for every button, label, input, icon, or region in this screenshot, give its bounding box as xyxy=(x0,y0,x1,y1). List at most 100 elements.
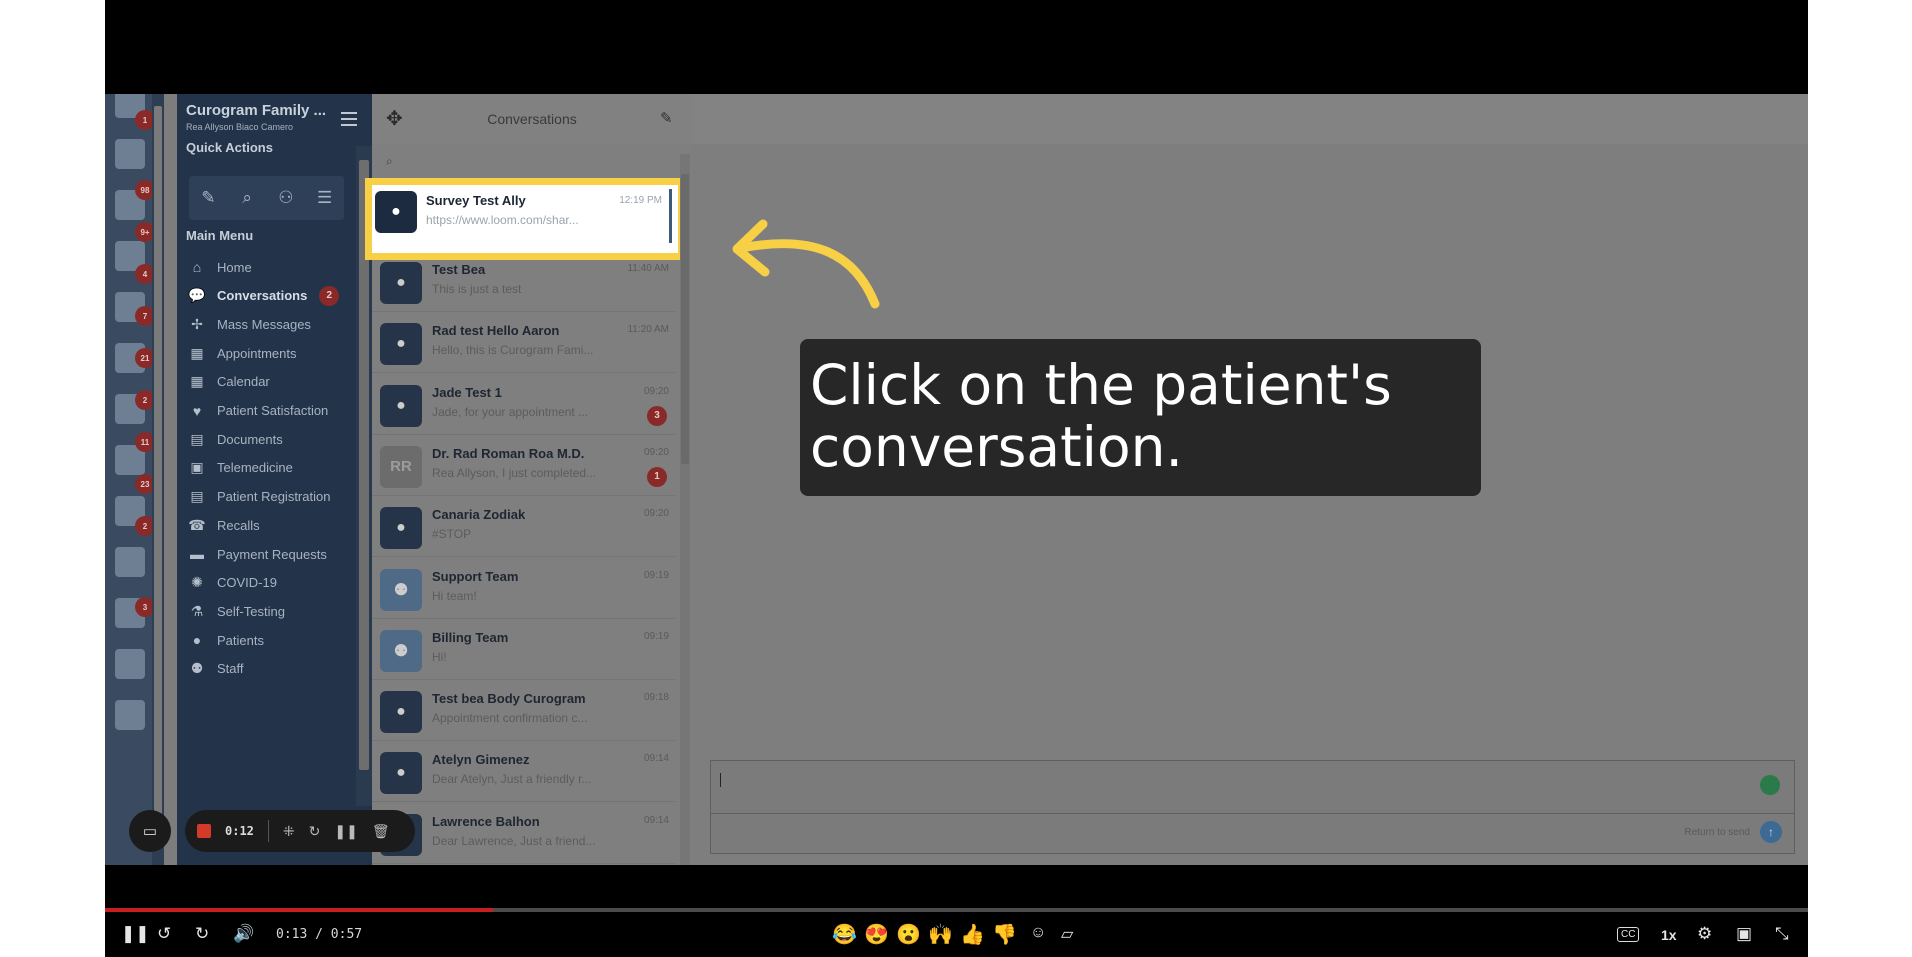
conversation-item[interactable]: ⚉ Support Team Hi team! 09:19 xyxy=(372,557,675,619)
send-button[interactable]: ↑ xyxy=(1760,821,1782,843)
pause-icon[interactable]: ❚❚ xyxy=(334,823,357,840)
conversation-header xyxy=(692,94,1808,144)
practice-name[interactable]: Curogram Family ... xyxy=(186,102,326,119)
reaction-emoji[interactable]: 😂 xyxy=(832,922,857,947)
sidebar-item-recalls[interactable]: ☎ Recalls xyxy=(187,514,259,536)
sidebar-item-documents[interactable]: ▤ Documents xyxy=(187,428,283,450)
conversation-time: 09:14 xyxy=(643,814,669,826)
react-add-icon[interactable]: ☺ xyxy=(1030,924,1046,942)
restart-icon[interactable]: ↻ xyxy=(309,823,321,840)
captions-button[interactable]: CC xyxy=(1617,927,1640,942)
conversations-title: Conversations xyxy=(487,111,577,127)
search-icon[interactable]: ⌕ xyxy=(235,186,259,210)
practice-app-icon[interactable] xyxy=(115,700,145,730)
sidebar-item-conversations[interactable]: 💬 Conversations 2 xyxy=(187,285,340,307)
card-icon: ▬ xyxy=(190,546,204,562)
playback-progress-bar[interactable] xyxy=(105,908,1808,912)
camera-toggle-button[interactable]: ▭ xyxy=(129,810,171,852)
sidebar-item-label: Staff xyxy=(217,661,244,677)
pause-icon[interactable]: ❚❚ xyxy=(121,924,150,944)
rewind-icon[interactable]: ↺ xyxy=(157,924,171,944)
avatar-initials: RR xyxy=(380,445,422,488)
sidebar-item-staff[interactable]: ⚉ Staff xyxy=(187,658,244,680)
chat-icon: 💬 xyxy=(188,287,206,304)
flask-icon: ⚗ xyxy=(190,602,204,619)
person-avatar-icon: ● xyxy=(380,691,422,734)
emoji-icon[interactable] xyxy=(1760,775,1780,795)
sidebar-item-label: Documents xyxy=(217,431,283,447)
conversation-time: 09:20 xyxy=(643,385,669,397)
conversation-item[interactable]: ⚉ Billing Team Hi! 09:19 xyxy=(372,618,675,680)
app-strip-scrollbar[interactable] xyxy=(152,94,164,865)
send-hint: Return to send xyxy=(1684,827,1750,838)
sidebar-item-appointments[interactable]: ▦ Appointments xyxy=(187,342,296,364)
person-avatar-icon: ● xyxy=(380,384,422,427)
exit-fullscreen-icon[interactable]: ⤡ xyxy=(1775,924,1789,944)
sidebar-item-covid-19[interactable]: ✺ COVID-19 xyxy=(187,572,277,594)
conversation-item[interactable]: ● Survey Test Ally https://www.loom.com/sh… xyxy=(365,178,685,260)
sidebar-item-label: Payment Requests xyxy=(217,546,327,562)
sidebar-item-label: Patients xyxy=(217,632,264,648)
practice-app-icon[interactable] xyxy=(115,649,145,679)
conversation-item[interactable]: ● Canaria Zodiak #STOP 09:20 xyxy=(372,495,675,558)
reaction-emoji[interactable]: 🙌 xyxy=(928,922,953,947)
settings-icon[interactable]: ⚙ xyxy=(1697,924,1712,944)
add-patient-icon[interactable]: ⚇ xyxy=(274,186,298,210)
sidebar-item-payment-requests[interactable]: ▬ Payment Requests xyxy=(187,543,327,565)
conversation-item[interactable]: ● Atelyn Gimenez Dear Atelyn, Just a frien… xyxy=(372,740,675,803)
virus-icon: ✺ xyxy=(191,574,203,591)
stop-recording-button[interactable] xyxy=(197,824,211,838)
sidebar-item-patient-registration[interactable]: ▤ Patient Registration xyxy=(187,486,330,508)
compose-icon[interactable]: ✎ xyxy=(196,186,220,210)
hamburger-menu-icon[interactable] xyxy=(341,112,357,126)
conversation-preview: Appointment confirmation c... xyxy=(432,711,588,726)
sidebar-item-patient-satisfaction[interactable]: ♥ Patient Satisfaction xyxy=(187,400,328,422)
conversation-item[interactable]: ● Rad test Hello Aaron Hello, this is Curo… xyxy=(372,311,675,374)
filters-icon[interactable]: ☰ xyxy=(313,186,337,210)
comment-icon[interactable]: ▱ xyxy=(1061,924,1073,944)
conversation-preview: Dear Lawrence, Just a friend... xyxy=(432,833,596,848)
speed-button[interactable]: 1x xyxy=(1661,927,1677,943)
picture-in-picture-icon[interactable]: ▣ xyxy=(1736,924,1752,944)
search-icon[interactable]: ⌕ xyxy=(386,154,393,169)
conversations-header: ✥ Conversations ✎ xyxy=(372,94,692,144)
conversation-name: Jade Test 1 xyxy=(432,384,502,400)
new-conversation-icon[interactable]: ✎ xyxy=(660,109,673,127)
conversation-item[interactable]: ● Test bea Body Curogram Appointment confi… xyxy=(372,679,675,742)
conversation-item[interactable]: ●Lawrence BalhonDear Lawrence, Just a fr… xyxy=(372,802,675,864)
pointer-arrow-icon xyxy=(732,219,880,309)
delete-icon[interactable]: 🗑 xyxy=(372,823,390,840)
reaction-emoji[interactable]: 👎 xyxy=(992,922,1017,947)
practice-app-icon[interactable] xyxy=(115,139,145,169)
conversation-item[interactable]: RR Dr. Rad Roman Roa M.D. Rea Allyson, I j… xyxy=(372,434,675,496)
sidebar-item-calendar[interactable]: ▦ Calendar xyxy=(187,371,269,393)
forward-icon[interactable]: ↻ xyxy=(195,924,209,944)
conversation-time: 09:14 xyxy=(643,753,669,765)
group-avatar-icon: ⚉ xyxy=(380,629,422,672)
reaction-emoji[interactable]: 😍 xyxy=(864,922,889,947)
conversation-item[interactable]: ● Test Bea This is just a test 11:40 AM xyxy=(372,250,675,312)
person-icon: ● xyxy=(192,632,202,649)
reaction-emoji[interactable]: 👍 xyxy=(960,922,985,947)
calendar-icon: ▦ xyxy=(190,373,204,390)
conversation-list-scrollbar[interactable] xyxy=(680,154,690,865)
grid-icon[interactable]: ⁜ xyxy=(283,823,295,840)
practice-app-icon[interactable] xyxy=(115,547,145,577)
sidebar-item-telemedicine[interactable]: ▣ Telemedicine xyxy=(187,457,293,479)
video-frame[interactable]: 1 98 9+ 4 7 21 2 11 23 2 3 Curogram Family ... Rea… xyxy=(105,94,1808,865)
appointments-icon: ▦ xyxy=(190,344,204,361)
volume-icon[interactable]: 🔊 xyxy=(233,924,254,944)
sidebar-item-patients[interactable]: ● Patients xyxy=(187,629,264,651)
conversation-name: Test Bea xyxy=(432,262,486,277)
sidebar-item-label: Patient Registration xyxy=(217,489,331,505)
message-composer[interactable]: Return to send ↑ xyxy=(710,760,1795,854)
conversation-item[interactable]: ● Jade Test 1 Jade, for your appointment .… xyxy=(372,373,675,435)
sidebar-item-self-testing[interactable]: ⚗ Self-Testing xyxy=(187,600,285,622)
reaction-emoji[interactable]: 😮 xyxy=(896,922,921,947)
sidebar-item-mass-messages[interactable]: ✢ Mass Messages xyxy=(187,313,311,335)
registration-icon: ▤ xyxy=(190,488,204,505)
recording-toolbar: 0:12 ⁜ ↻ ❚❚ 🗑 xyxy=(185,810,415,852)
sidebar-item-home[interactable]: ⌂ Home xyxy=(187,256,252,278)
conversations-panel: ✥ Conversations ✎ ⌕ ● Survey Test Ally htt… xyxy=(365,94,692,865)
reaction-bar: 😂 😍 😮 🙌 👍 👎 xyxy=(832,922,1017,947)
